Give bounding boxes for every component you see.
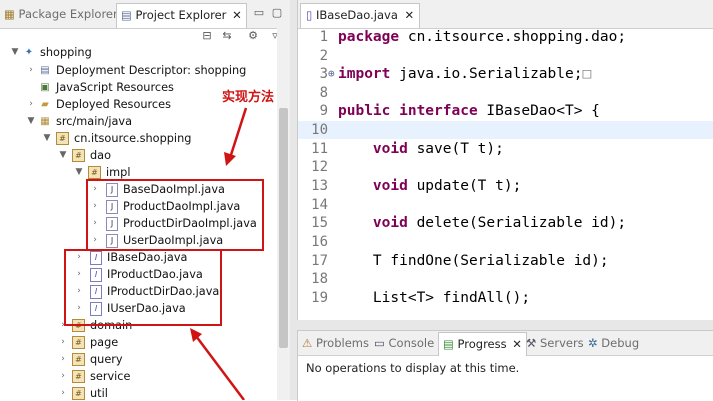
tab-console[interactable]: ▭ Console bbox=[374, 332, 434, 354]
code-line: 2 bbox=[319, 48, 328, 64]
tab-ibasedao-java[interactable]: ▯ IBaseDao.java ✕ bbox=[300, 3, 421, 28]
keyword: void bbox=[372, 141, 408, 157]
console-icon: ▭ bbox=[374, 336, 385, 350]
code-line: 19 List<T> findAll(); bbox=[311, 290, 531, 306]
problems-icon: ⚠ bbox=[302, 336, 313, 350]
keyword: import bbox=[338, 66, 391, 82]
progress-message: No operations to display at this time. bbox=[306, 361, 520, 375]
current-line: 10 bbox=[298, 121, 713, 139]
vertical-sash[interactable] bbox=[290, 0, 297, 400]
code-line: 13 void update(T t); bbox=[311, 178, 522, 194]
code-line: 16 bbox=[311, 234, 328, 250]
code-text: java.io.Serializable; bbox=[390, 66, 583, 82]
bottom-tabbar: ⚠ Problems ▭ Console ▤ Progress ✕ ⚒ Serv… bbox=[298, 331, 713, 356]
horizontal-sash[interactable] bbox=[297, 320, 713, 330]
tab-servers[interactable]: ⚒ Servers bbox=[526, 332, 584, 354]
annotation-arrows bbox=[190, 107, 248, 400]
code-line: 8 bbox=[319, 85, 328, 101]
code-text: cn.itsource.shopping.dao; bbox=[399, 29, 627, 45]
code-editor[interactable]: 1 package cn.itsource.shopping.dao; 2 3 … bbox=[298, 28, 713, 320]
code-line: 14 bbox=[311, 197, 328, 213]
close-icon[interactable]: ✕ bbox=[512, 337, 522, 351]
keyword: package bbox=[338, 29, 400, 45]
code-text: IBaseDao<T> { bbox=[477, 103, 600, 119]
tab-progress[interactable]: ▤ Progress ✕ bbox=[438, 332, 527, 356]
code-text: List<T> findAll(); bbox=[338, 290, 531, 306]
fold-expand-icon[interactable]: ⊕ bbox=[328, 65, 335, 83]
code-text: save(T t); bbox=[407, 141, 504, 157]
code-text: update(T t); bbox=[407, 178, 522, 194]
keyword: void bbox=[372, 178, 408, 194]
keyword: void bbox=[372, 215, 408, 231]
code-line: 11 void save(T t); bbox=[311, 141, 504, 157]
arrow-to-impl bbox=[228, 107, 248, 159]
code-line: 3 ⊕ import java.io.Serializable;□ bbox=[319, 65, 592, 83]
folded-block-icon[interactable]: □ bbox=[582, 66, 591, 82]
interface-file-icon: ▯ bbox=[306, 8, 313, 22]
editor-pane: ▯ IBaseDao.java ✕ 1 package cn.itsource.… bbox=[297, 0, 713, 320]
bottom-panel: ⚠ Problems ▭ Console ▤ Progress ✕ ⚒ Serv… bbox=[297, 330, 713, 401]
code-line: 12 bbox=[311, 159, 328, 175]
code-line: 1 package cn.itsource.shopping.dao; bbox=[319, 29, 627, 45]
keyword: public interface bbox=[338, 103, 478, 119]
code-text: T findOne(Serializable id); bbox=[338, 253, 609, 269]
arrow-head-impl-icon bbox=[224, 152, 236, 166]
debug-icon: ✲ bbox=[588, 336, 598, 350]
code-line: 17 T findOne(Serializable id); bbox=[311, 253, 609, 269]
editor-tabbar: ▯ IBaseDao.java ✕ bbox=[298, 0, 713, 29]
servers-icon: ⚒ bbox=[526, 336, 537, 350]
close-icon[interactable]: ✕ bbox=[405, 8, 415, 22]
code-line: 9 public interface IBaseDao<T> { bbox=[319, 103, 600, 119]
progress-icon: ▤ bbox=[443, 337, 454, 351]
tab-problems[interactable]: ⚠ Problems bbox=[302, 332, 369, 354]
code-text: delete(Serializable id); bbox=[407, 215, 627, 231]
tab-debug[interactable]: ✲ Debug bbox=[588, 332, 639, 354]
code-line: 15 void delete(Serializable id); bbox=[311, 215, 627, 231]
project-explorer-pane: ▦ Package Explorer ▤ Project Explorer ✕ … bbox=[0, 0, 291, 400]
code-line: 18 bbox=[311, 271, 328, 287]
arrow-to-interfaces bbox=[195, 335, 245, 400]
